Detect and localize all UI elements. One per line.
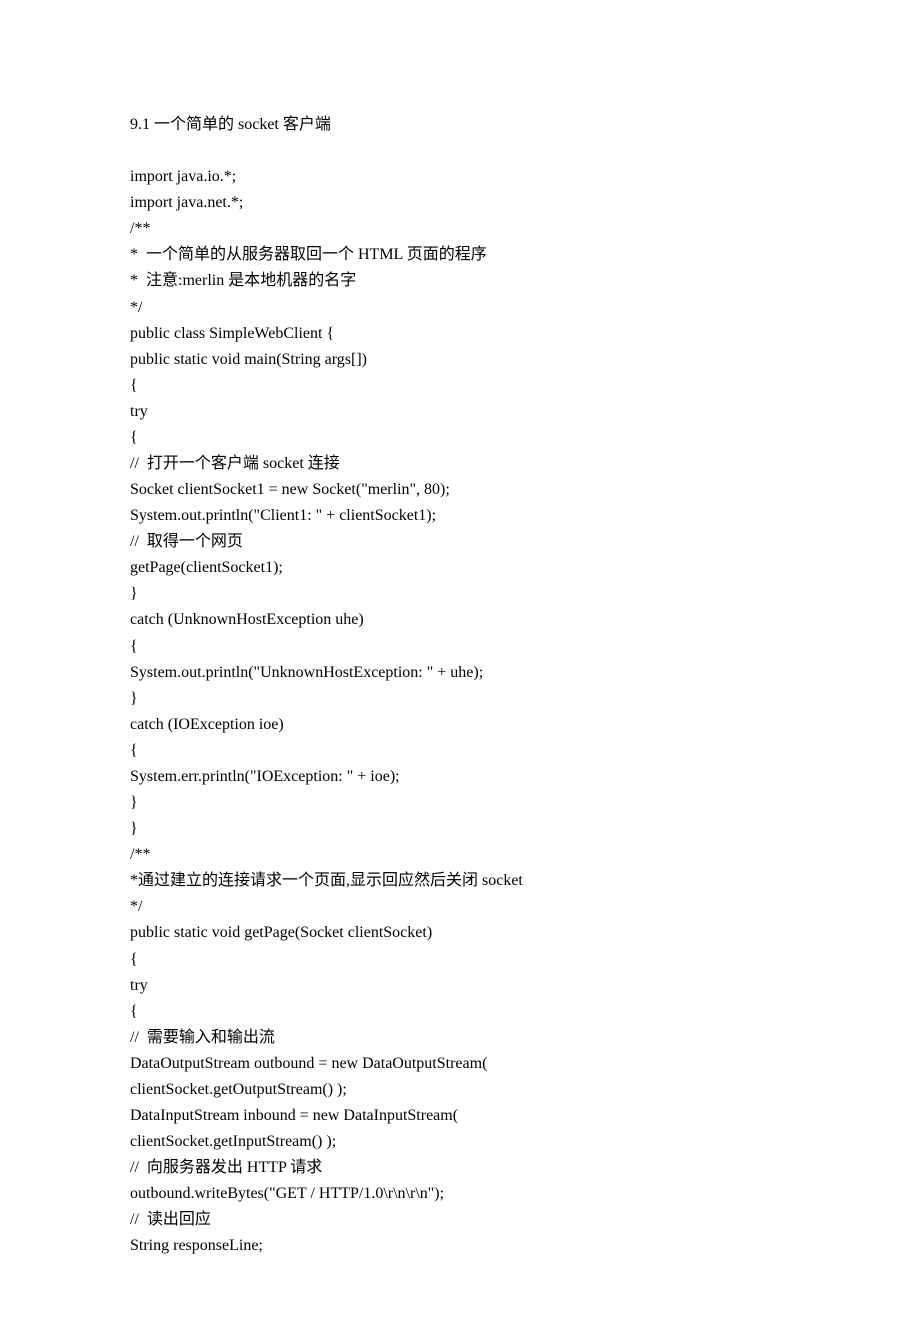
code-line: Socket clientSocket1 = new Socket("merli… bbox=[130, 477, 790, 503]
code-line: { bbox=[130, 373, 790, 399]
code-line: try bbox=[130, 973, 790, 999]
code-line: /** bbox=[130, 216, 790, 242]
code-line: // 取得一个网页 bbox=[130, 529, 790, 555]
code-line: * 一个简单的从服务器取回一个 HTML 页面的程序 bbox=[130, 242, 790, 268]
code-line: { bbox=[130, 634, 790, 660]
code-line: System.err.println("IOException: " + ioe… bbox=[130, 764, 790, 790]
code-line: // 打开一个客户端 socket 连接 bbox=[130, 451, 790, 477]
code-line: DataOutputStream outbound = new DataOutp… bbox=[130, 1051, 790, 1077]
code-line: // 读出回应 bbox=[130, 1207, 790, 1233]
code-line: { bbox=[130, 425, 790, 451]
code-line: import java.io.*; bbox=[130, 164, 790, 190]
code-line: */ bbox=[130, 295, 790, 321]
code-block: 9.1 一个简单的 socket 客户端 import java.io.*;imp… bbox=[130, 112, 790, 1259]
code-line: public static void getPage(Socket client… bbox=[130, 920, 790, 946]
code-line: // 向服务器发出 HTTP 请求 bbox=[130, 1155, 790, 1181]
code-line: System.out.println("Client1: " + clientS… bbox=[130, 503, 790, 529]
code-line: } bbox=[130, 581, 790, 607]
code-line: System.out.println("UnknownHostException… bbox=[130, 660, 790, 686]
code-line: { bbox=[130, 999, 790, 1025]
document-page: 9.1 一个简单的 socket 客户端 import java.io.*;imp… bbox=[0, 0, 920, 1339]
code-line: outbound.writeBytes("GET / HTTP/1.0\r\n\… bbox=[130, 1181, 790, 1207]
code-line: 9.1 一个简单的 socket 客户端 bbox=[130, 112, 790, 138]
code-line: /** bbox=[130, 842, 790, 868]
code-line: { bbox=[130, 947, 790, 973]
code-line: getPage(clientSocket1); bbox=[130, 555, 790, 581]
code-line: } bbox=[130, 816, 790, 842]
code-line: public static void main(String args[]) bbox=[130, 347, 790, 373]
code-line: *通过建立的连接请求一个页面,显示回应然后关闭 socket bbox=[130, 868, 790, 894]
code-line: catch (UnknownHostException uhe) bbox=[130, 607, 790, 633]
code-line: } bbox=[130, 790, 790, 816]
code-line: { bbox=[130, 738, 790, 764]
code-line: } bbox=[130, 686, 790, 712]
code-line: clientSocket.getOutputStream() ); bbox=[130, 1077, 790, 1103]
blank-line bbox=[130, 138, 790, 164]
code-line: */ bbox=[130, 894, 790, 920]
code-line: catch (IOException ioe) bbox=[130, 712, 790, 738]
code-line: // 需要输入和输出流 bbox=[130, 1025, 790, 1051]
code-line: String responseLine; bbox=[130, 1233, 790, 1259]
code-line: clientSocket.getInputStream() ); bbox=[130, 1129, 790, 1155]
code-line: * 注意:merlin 是本地机器的名字 bbox=[130, 268, 790, 294]
code-line: try bbox=[130, 399, 790, 425]
code-line: import java.net.*; bbox=[130, 190, 790, 216]
code-line: public class SimpleWebClient { bbox=[130, 321, 790, 347]
code-line: DataInputStream inbound = new DataInputS… bbox=[130, 1103, 790, 1129]
